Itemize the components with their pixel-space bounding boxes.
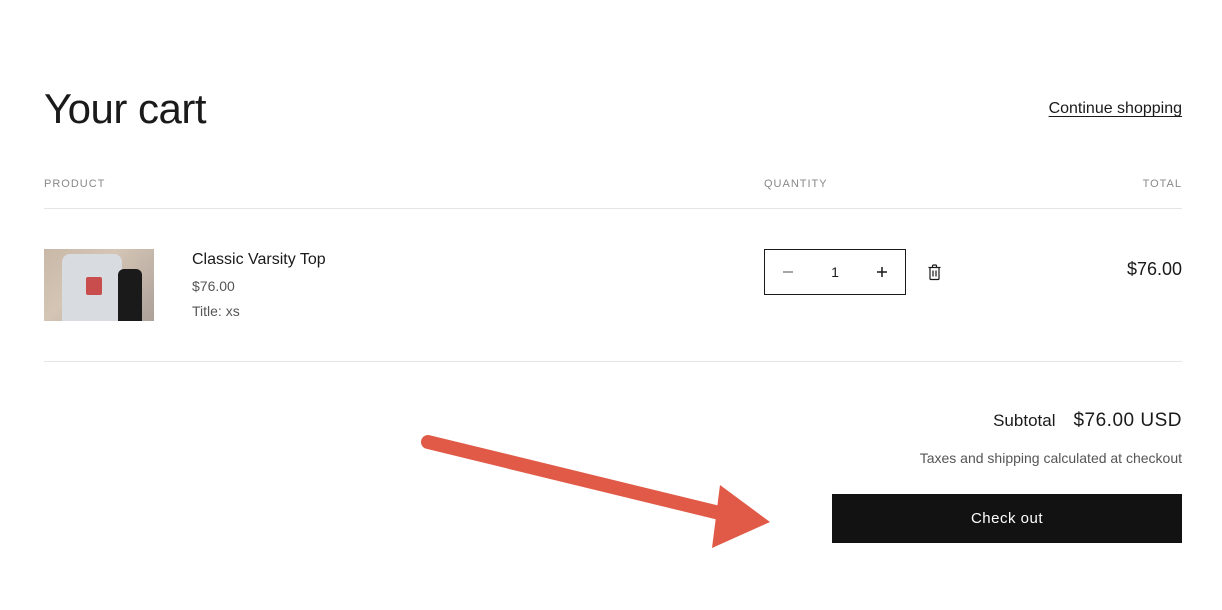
subtotal-label: Subtotal [993,411,1055,431]
column-quantity-label: QUANTITY [764,178,1004,190]
product-variant: Title: xs [192,303,326,319]
line-total: $76.00 [1004,249,1182,280]
minus-icon [782,266,794,278]
quantity-value[interactable]: 1 [811,264,859,280]
decrease-quantity-button[interactable] [765,250,811,294]
tax-shipping-note: Taxes and shipping calculated at checkou… [44,450,1182,466]
subtotal-value: $76.00 USD [1073,410,1182,432]
checkout-button[interactable]: Check out [832,494,1182,543]
product-name: Classic Varsity Top [192,251,326,269]
product-price: $76.00 [192,278,326,294]
continue-shopping-link[interactable]: Continue shopping [1049,100,1182,118]
page-title: Your cart [44,85,206,133]
table-header: PRODUCT QUANTITY TOTAL [44,178,1182,209]
column-total-label: TOTAL [1004,178,1182,190]
trash-icon [927,264,942,281]
cart-item-row: Classic Varsity Top $76.00 Title: xs 1 [44,209,1182,362]
quantity-stepper: 1 [764,249,906,295]
product-image [44,249,154,321]
increase-quantity-button[interactable] [859,250,905,294]
remove-item-button[interactable] [924,262,944,282]
column-product-label: PRODUCT [44,178,764,190]
plus-icon [876,266,888,278]
